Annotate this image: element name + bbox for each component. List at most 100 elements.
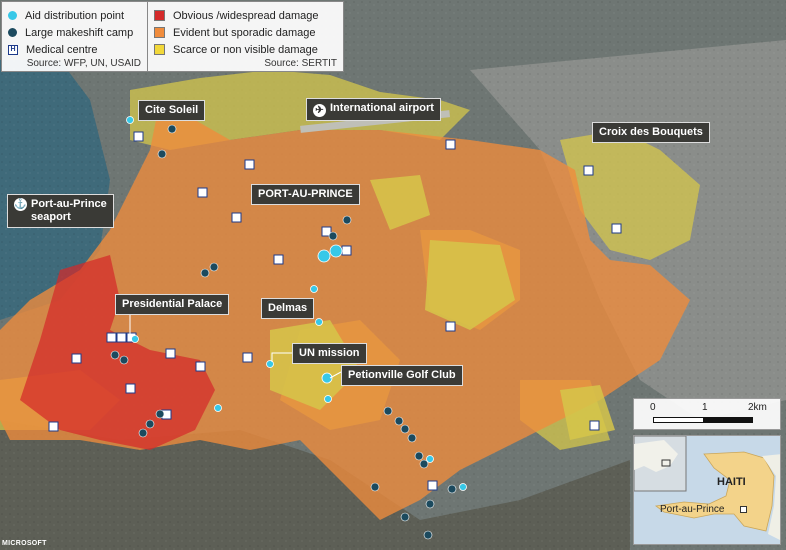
- medical-icon[interactable]: [165, 348, 176, 359]
- label-text: Presidential Palace: [122, 298, 223, 310]
- legend-item-widespread: Obvious /widespread damage: [148, 7, 343, 24]
- camp-dot[interactable]: [342, 215, 352, 225]
- medical-icon[interactable]: [244, 159, 255, 170]
- legend-source: Source: SERTIT: [264, 58, 337, 69]
- legend-label: Evident but sporadic damage: [173, 26, 316, 39]
- label-delmas[interactable]: Delmas: [261, 298, 315, 319]
- camp-dot[interactable]: [394, 416, 404, 426]
- camp-dot[interactable]: [155, 409, 165, 419]
- medical-icon[interactable]: [445, 139, 456, 150]
- label-cite-soleil[interactable]: Cite Soleil: [138, 100, 206, 121]
- aid-dot[interactable]: [324, 395, 332, 403]
- camp-dot[interactable]: [200, 268, 210, 278]
- label-text: International airport: [330, 102, 434, 114]
- label-text: Petionville Golf Club: [348, 369, 456, 381]
- city-marker-icon: [740, 506, 747, 513]
- legend-label: Obvious /widespread damage: [173, 9, 319, 22]
- camp-dot[interactable]: [414, 451, 424, 461]
- legend-item-sporadic: Evident but sporadic damage: [148, 24, 343, 41]
- label-un-mission[interactable]: UN mission: [292, 343, 367, 364]
- yellow-swatch-icon: [154, 44, 165, 55]
- legend-item-camp: Large makeshift camp: [2, 24, 147, 41]
- label-petionville[interactable]: Petionville Golf Club: [341, 365, 463, 386]
- camp-dot[interactable]: [138, 428, 148, 438]
- camp-dot[interactable]: [407, 433, 417, 443]
- medical-icon[interactable]: [273, 254, 284, 265]
- camp-dot[interactable]: [145, 419, 155, 429]
- scale-tick-2: 2km: [748, 402, 767, 413]
- aid-dot[interactable]: [317, 249, 331, 263]
- legend-item-scarce: Scarce or non visible damage: [148, 41, 343, 58]
- legend-markers: Aid distribution point Large makeshift c…: [1, 1, 148, 72]
- inset-city-label: Port-au-Prince: [660, 504, 725, 515]
- aid-dot[interactable]: [329, 244, 343, 258]
- scale-tick-0: 0: [650, 402, 656, 413]
- label-airport[interactable]: ✈ International airport: [306, 98, 441, 121]
- camp-dot[interactable]: [167, 124, 177, 134]
- camp-dot[interactable]: [423, 530, 433, 540]
- inset-map[interactable]: HAITI Port-au-Prince: [633, 435, 781, 545]
- camp-dot[interactable]: [119, 355, 129, 365]
- label-text: UN mission: [299, 347, 360, 359]
- orange-swatch-icon: [154, 27, 165, 38]
- medical-icon[interactable]: [48, 421, 59, 432]
- aid-dot[interactable]: [315, 318, 323, 326]
- label-presidential-palace[interactable]: Presidential Palace: [115, 294, 230, 315]
- label-port-au-prince[interactable]: PORT-AU-PRINCE: [251, 184, 360, 205]
- medical-icon[interactable]: [589, 420, 600, 431]
- camp-dot[interactable]: [400, 424, 410, 434]
- legend-source: Source: WFP, UN, USAID: [26, 58, 141, 69]
- camp-dot[interactable]: [383, 406, 393, 416]
- aid-dot[interactable]: [426, 455, 434, 463]
- label-text: Delmas: [268, 302, 308, 314]
- medical-icon[interactable]: [583, 165, 594, 176]
- medical-icon: H: [8, 44, 18, 55]
- scale-bar-graphic: [653, 417, 753, 423]
- anchor-icon: ⚓: [14, 198, 27, 211]
- medical-icon[interactable]: [71, 353, 82, 364]
- aid-dot[interactable]: [131, 335, 139, 343]
- inset-country-label: HAITI: [717, 476, 746, 488]
- medical-icon[interactable]: [611, 223, 622, 234]
- camp-dot[interactable]: [110, 350, 120, 360]
- aid-dot-icon: [8, 11, 17, 20]
- medical-icon[interactable]: [195, 361, 206, 372]
- scale-bar: 0 1 2km: [633, 398, 781, 430]
- legend-item-medical: H Medical centre: [2, 41, 147, 58]
- medical-icon[interactable]: [231, 212, 242, 223]
- legend-damage: Obvious /widespread damage Evident but s…: [148, 1, 344, 72]
- medical-icon[interactable]: [445, 321, 456, 332]
- legend-label: Medical centre: [26, 43, 98, 56]
- legend-label: Aid distribution point: [25, 9, 125, 22]
- inset-map-graphic: [634, 436, 780, 544]
- aid-dot[interactable]: [459, 483, 467, 491]
- camp-dot-icon: [8, 28, 17, 37]
- camp-dot[interactable]: [425, 499, 435, 509]
- medical-icon[interactable]: [133, 131, 144, 142]
- label-seaport[interactable]: ⚓ Port-au-Prince seaport: [7, 194, 114, 228]
- label-text: PORT-AU-PRINCE: [258, 188, 353, 200]
- camp-dot[interactable]: [209, 262, 219, 272]
- scale-tick-1: 1: [702, 402, 708, 413]
- legend-label: Scarce or non visible damage: [173, 43, 318, 56]
- medical-icon[interactable]: [116, 332, 127, 343]
- aid-dot[interactable]: [126, 116, 134, 124]
- medical-icon[interactable]: [125, 383, 136, 394]
- legend-item-aid: Aid distribution point: [2, 7, 147, 24]
- medical-icon[interactable]: [106, 332, 117, 343]
- medical-icon[interactable]: [341, 245, 352, 256]
- plane-icon: ✈: [313, 104, 326, 117]
- label-text: Port-au-Prince seaport: [31, 198, 107, 223]
- medical-icon[interactable]: [427, 480, 438, 491]
- aid-dot[interactable]: [214, 404, 222, 412]
- camp-dot[interactable]: [328, 231, 338, 241]
- camp-dot[interactable]: [400, 512, 410, 522]
- camp-dot[interactable]: [157, 149, 167, 159]
- legend-label: Large makeshift camp: [25, 26, 134, 39]
- camp-dot[interactable]: [370, 482, 380, 492]
- label-croix-des-bouquets[interactable]: Croix des Bouquets: [592, 122, 710, 143]
- medical-icon[interactable]: [197, 187, 208, 198]
- aid-dot[interactable]: [310, 285, 318, 293]
- medical-icon[interactable]: [242, 352, 253, 363]
- camp-dot[interactable]: [447, 484, 457, 494]
